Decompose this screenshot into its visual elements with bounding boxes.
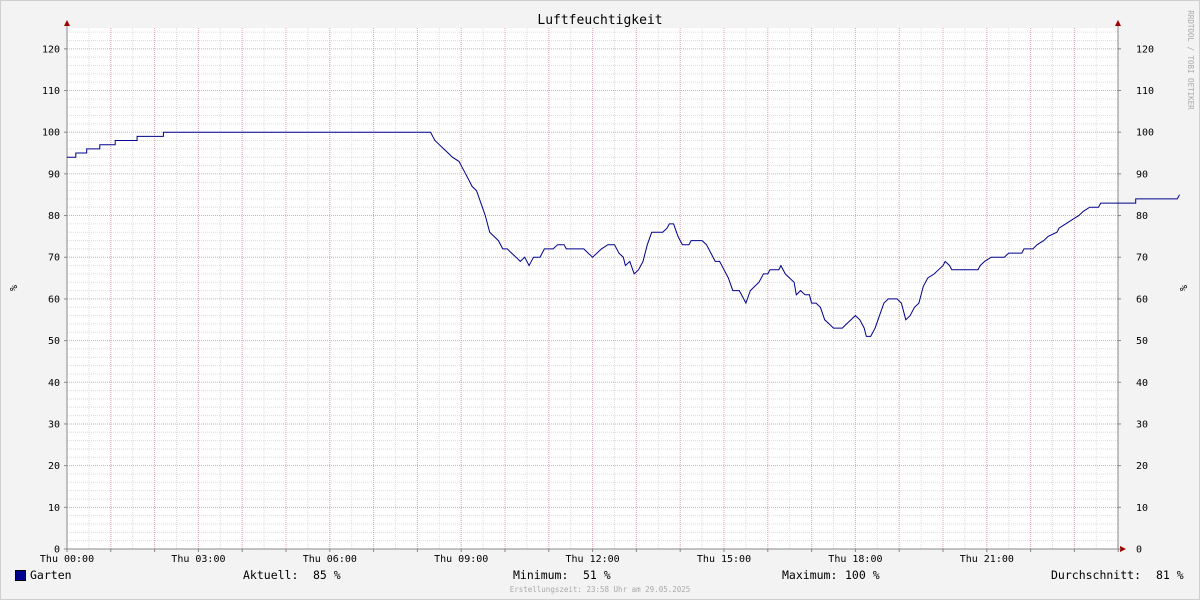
y-tick-label-left: 120 — [42, 44, 60, 55]
x-tick-label: Thu 12:00 — [566, 554, 620, 565]
y-tick-label-right: 10 — [1136, 503, 1148, 514]
x-tick-label: Thu 00:00 — [40, 554, 94, 565]
x-tick-label: Thu 18:00 — [828, 554, 882, 565]
y-tick-label-left: 70 — [48, 253, 60, 264]
watermark: RRDTOOL / TOBI OETIKER — [1186, 10, 1195, 110]
y-tick-label-right: 60 — [1136, 294, 1148, 305]
creation-timestamp: Erstellungszeit: 23:58 Uhr am 29.05.2025 — [509, 585, 691, 594]
humidity-chart: 0 10 20 30 40 50 60 70 80 90 100 110 120 0 10 20 30 40 50… — [7, 10, 1195, 565]
x-tick-label: Thu 15:00 — [697, 554, 751, 565]
y-tick-label-right: 100 — [1136, 128, 1154, 139]
y-tick-labels-left: 0102030405060708090100110120 — [42, 44, 60, 555]
y-tick-label-left: 110 — [42, 86, 60, 97]
y-tick-label-right: 30 — [1136, 419, 1148, 430]
y-axis-label-left: % — [7, 285, 18, 291]
y-tick-label-left: 60 — [48, 294, 60, 305]
y-tick-label-right: 0 — [1136, 545, 1142, 556]
legend-min-value: 51 % — [583, 568, 611, 582]
chart-title: Luftfeuchtigkeit — [537, 13, 662, 28]
x-tick-label: Thu 21:00 — [960, 554, 1014, 565]
x-tick-label: Thu 03:00 — [171, 554, 225, 565]
y-tick-label-right: 110 — [1136, 86, 1154, 97]
legend-swatch-garten — [15, 570, 26, 581]
y-tick-label-left: 100 — [42, 128, 60, 139]
legend-current-value: 85 % — [313, 568, 341, 582]
y-tick-label-left: 20 — [48, 461, 60, 472]
x-tick-label: Thu 09:00 — [434, 554, 488, 565]
legend-series-label: Garten — [30, 568, 72, 582]
x-tick-labels: Thu 00:00 Thu 03:00 Thu 06:00 Thu 09:00 Thu … — [40, 554, 1014, 565]
legend-avg-label: Durchschnitt: — [1051, 568, 1142, 582]
y-tick-label-right: 70 — [1136, 253, 1148, 264]
legend-avg-value: 81 % — [1156, 568, 1184, 582]
y-tick-label-right: 80 — [1136, 211, 1148, 222]
y-tick-label-right: 40 — [1136, 378, 1148, 389]
legend-current-label: Aktuell: — [243, 568, 299, 582]
y-tick-labels-right: 0 10 20 30 40 50 60 70 80 90 100 110 120 — [1136, 44, 1154, 555]
legend-max-value: 100 % — [845, 568, 880, 582]
legend-min-label: Minimum: — [513, 568, 569, 582]
y-tick-label-left: 40 — [48, 378, 60, 389]
x-tick-label: Thu 06:00 — [303, 554, 357, 565]
y-tick-label-left: 10 — [48, 503, 60, 514]
legend-max-label: Maximum: — [782, 568, 838, 582]
y-tick-label-left: 80 — [48, 211, 60, 222]
y-axis-label-right: % — [1177, 285, 1188, 291]
y-tick-label-right: 120 — [1136, 44, 1154, 55]
y-axis-arrow-right — [1115, 20, 1121, 26]
y-tick-label-left: 90 — [48, 169, 60, 180]
y-tick-label-right: 20 — [1136, 461, 1148, 472]
y-axis-arrow-left — [64, 20, 70, 26]
y-tick-label-right: 90 — [1136, 169, 1148, 180]
y-tick-label-right: 50 — [1136, 336, 1148, 347]
y-tick-label-left: 30 — [48, 419, 60, 430]
y-tick-label-left: 50 — [48, 336, 60, 347]
